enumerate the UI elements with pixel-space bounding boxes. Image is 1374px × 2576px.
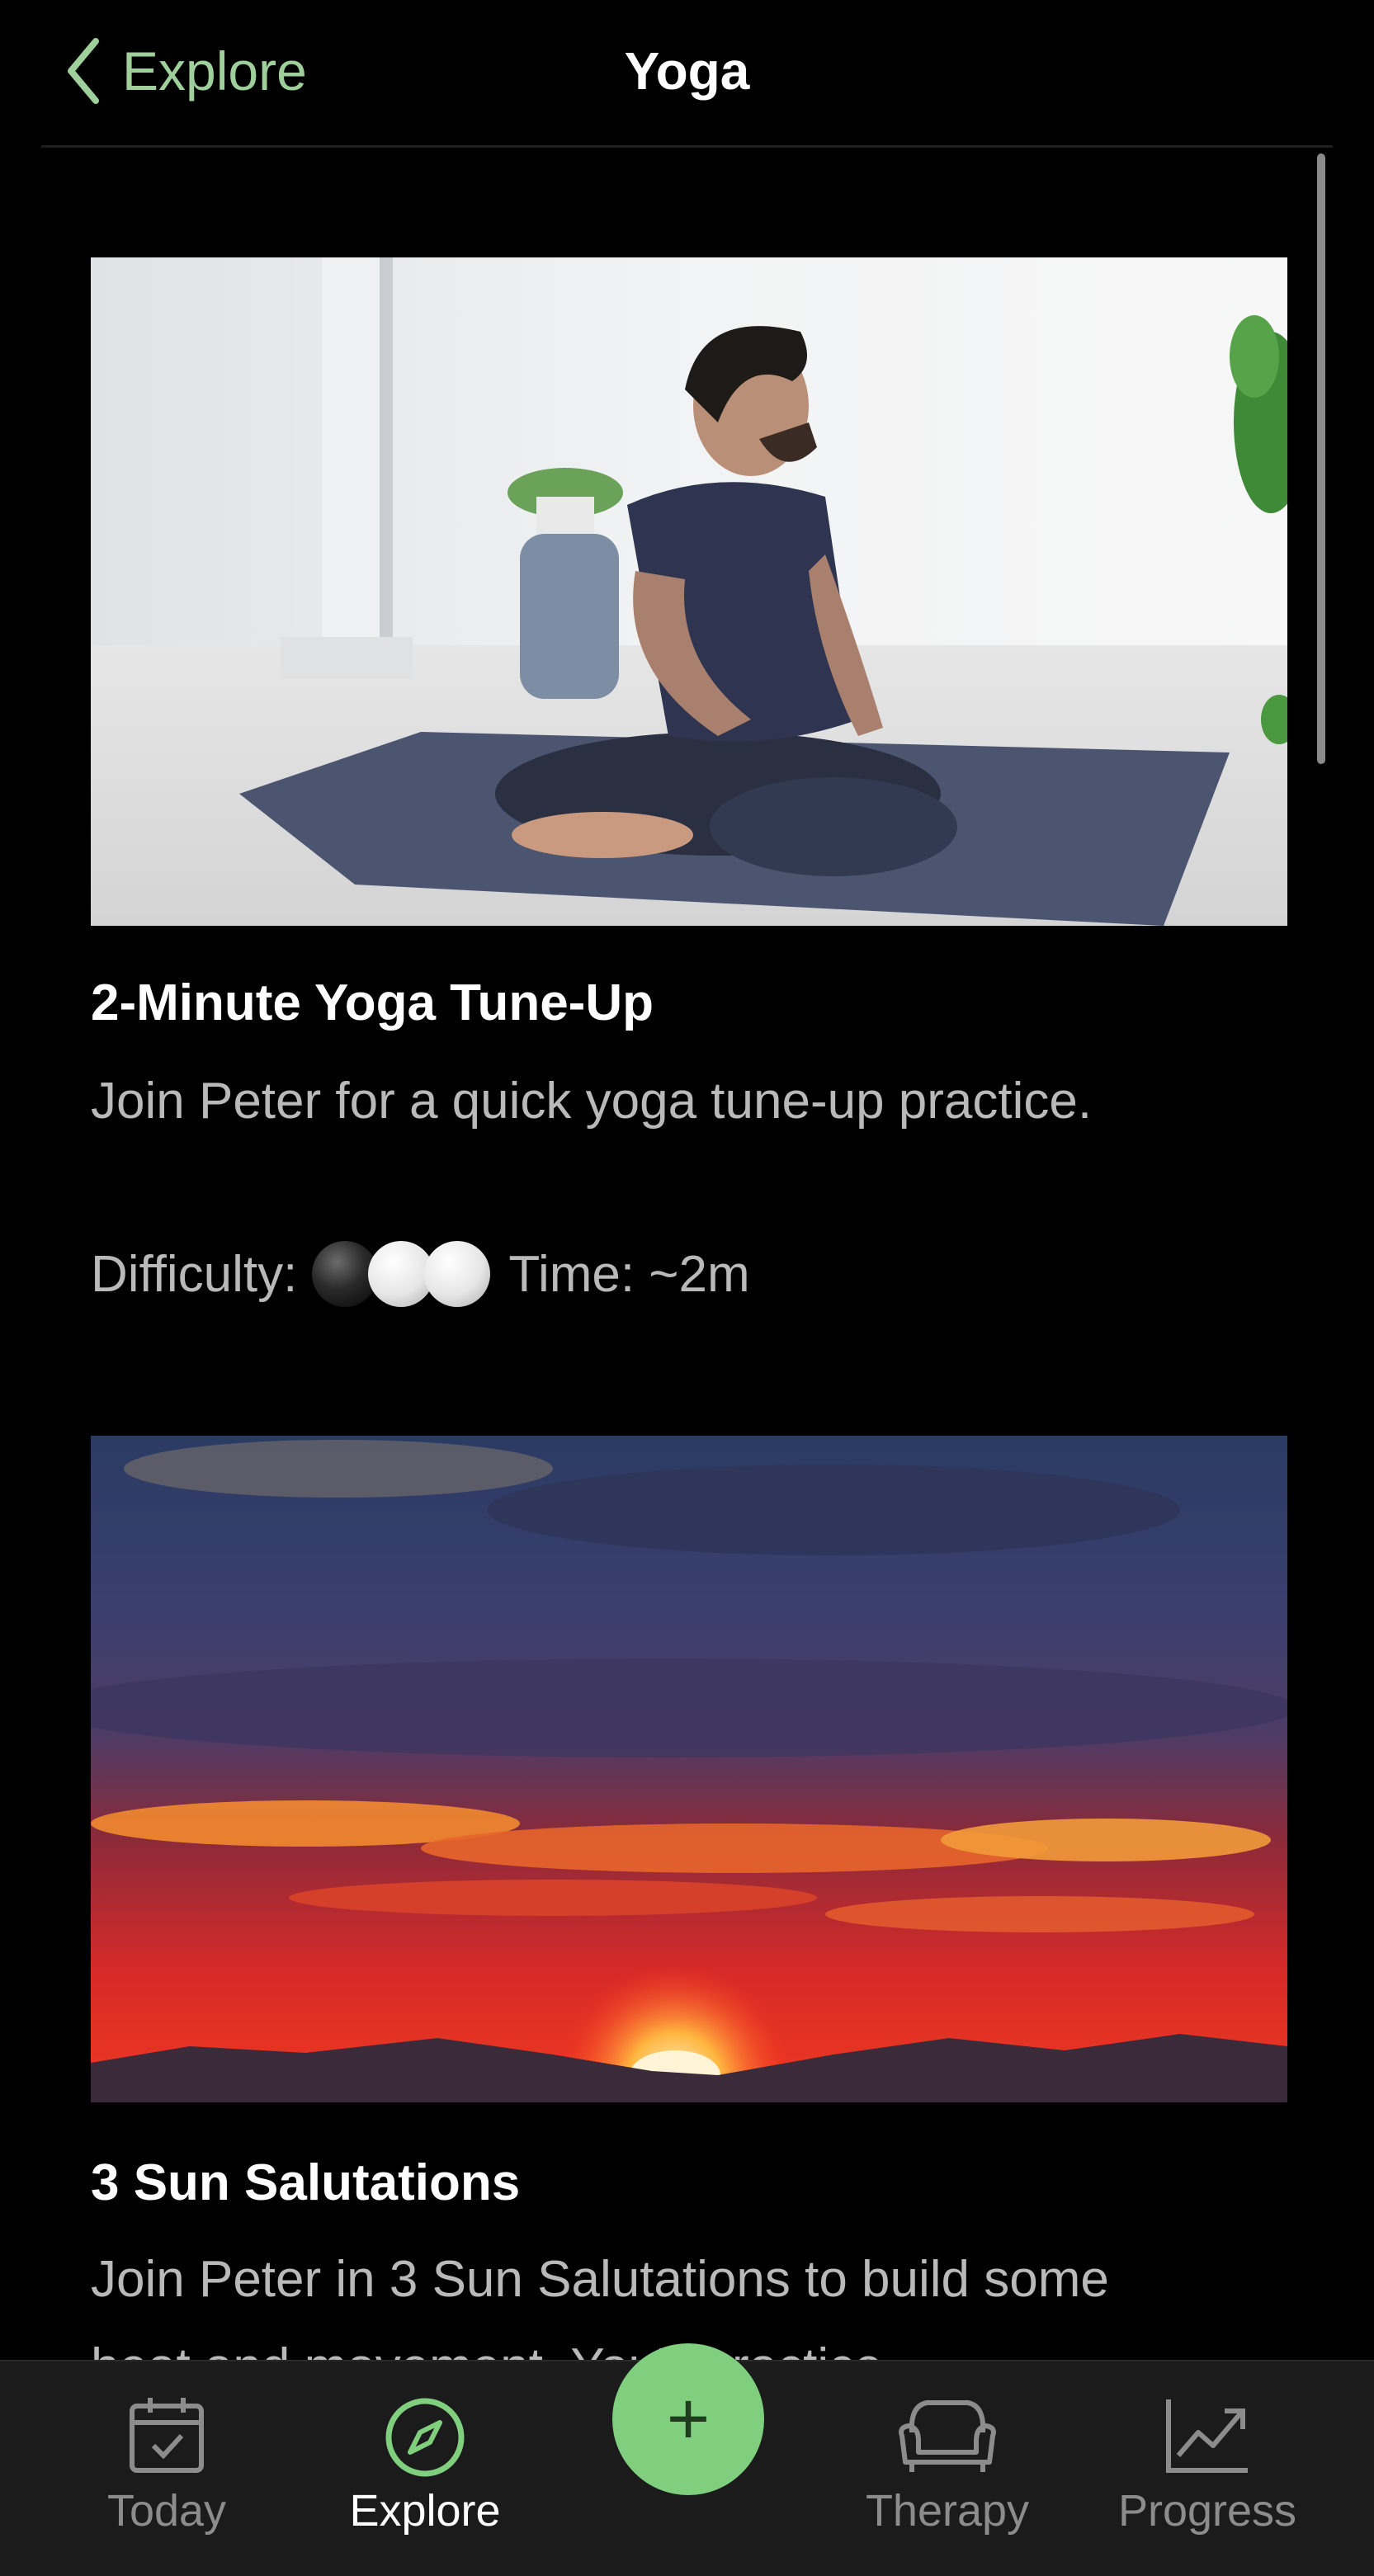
tab-label: Explore (349, 2486, 501, 2536)
difficulty-label: Difficulty: (91, 1245, 298, 1303)
tab-progress[interactable]: Progress (1084, 2378, 1331, 2559)
plus-icon: + (666, 2378, 711, 2460)
time-label: Time: ~2m (508, 1245, 750, 1303)
card-thumbnail-yoga[interactable] (91, 257, 1287, 926)
card-thumbnail-sunset[interactable] (91, 1436, 1287, 2102)
scrollbar[interactable] (1317, 153, 1325, 764)
card-title[interactable]: 3 Sun Salutations (91, 2154, 520, 2212)
add-button[interactable]: + (612, 2343, 764, 2495)
card-meta: Difficulty: Time: ~2m (91, 1233, 750, 1315)
calendar-icon (130, 2398, 204, 2473)
tab-explore[interactable]: Explore (301, 2378, 549, 2559)
card-description: Join Peter for a quick yoga tune-up prac… (91, 1073, 1093, 1130)
page-title: Yoga (624, 41, 750, 101)
tab-therapy[interactable]: Therapy (824, 2378, 1071, 2559)
compass-icon (385, 2398, 465, 2477)
tab-label: Today (106, 2486, 227, 2536)
card-title[interactable]: 2-Minute Yoga Tune-Up (91, 974, 654, 1032)
difficulty-dot (424, 1241, 491, 1307)
header-divider (41, 145, 1333, 148)
sunset-photo (91, 1436, 1287, 2102)
couch-icon (899, 2400, 996, 2472)
tab-label: Progress (1117, 2486, 1297, 2536)
difficulty-rating (312, 1241, 491, 1307)
tab-label: Therapy (865, 2486, 1030, 2536)
nav-header: Explore Yoga (0, 0, 1374, 149)
content-area: Explore Yoga 2-Minute Yoga Tune-Up Join … (0, 0, 1374, 2360)
card-description: Join Peter in 3 Sun Salutations to build… (91, 2251, 1109, 2360)
chart-icon (1166, 2399, 1248, 2473)
yoga-photo (91, 257, 1287, 926)
tab-today[interactable]: Today (43, 2378, 290, 2559)
